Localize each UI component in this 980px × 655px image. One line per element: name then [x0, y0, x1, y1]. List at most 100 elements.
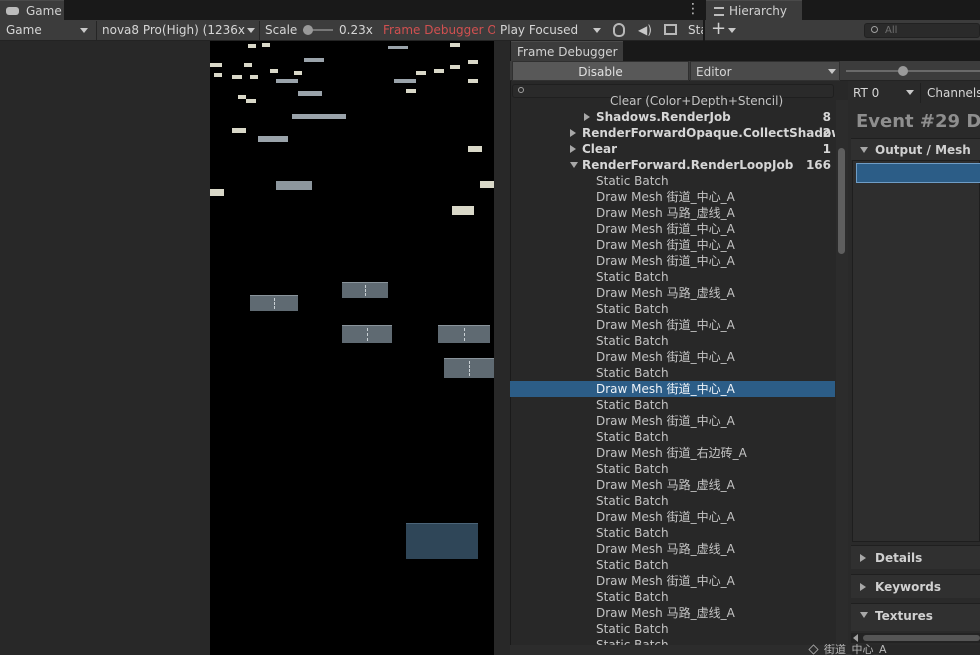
tree-row[interactable]: Static Batch [510, 557, 835, 573]
tree-row[interactable]: Static Batch [510, 461, 835, 477]
details-hscrollbar-thumb[interactable] [863, 635, 980, 641]
scale-slider[interactable] [303, 25, 333, 35]
tile [270, 69, 278, 73]
tree-row[interactable]: Draw Mesh 街道_中心_A [510, 221, 835, 237]
tree-row[interactable]: Draw Mesh 马路_虚线_A [510, 285, 835, 301]
search-icon [871, 26, 878, 33]
target-dropdown-label: Editor [696, 65, 732, 79]
tree-row[interactable]: Static Batch [510, 621, 835, 637]
tree-row[interactable]: Draw Mesh 街道_中心_A [510, 573, 835, 589]
output-mesh-foldout[interactable]: Output / Mesh [851, 138, 980, 160]
tree-row[interactable]: Draw Mesh 马路_虚线_A [510, 605, 835, 621]
tree-row-count: 8 [822, 110, 831, 124]
speaker-icon[interactable]: ◀) [638, 22, 652, 38]
tree-row[interactable]: RenderForwardOpaque.CollectShadows 2 [510, 125, 835, 141]
tree-row-label: Draw Mesh 街道_中心_A [596, 222, 735, 236]
tree-row[interactable]: Static Batch [510, 589, 835, 605]
road-slab [406, 523, 478, 559]
textures-foldout[interactable]: Textures [851, 603, 980, 631]
tile [210, 189, 224, 196]
tree-row[interactable]: Draw Mesh 马路_虚线_A [510, 477, 835, 493]
tree-scrollbar-thumb[interactable] [838, 148, 845, 254]
grid-icon[interactable] [664, 24, 677, 35]
disable-button[interactable]: Disable [512, 61, 689, 81]
tree-row-label: Draw Mesh 马路_虚线_A [596, 478, 735, 492]
tile [248, 44, 256, 48]
tree-row-selected[interactable]: Draw Mesh 街道_中心_A [510, 381, 835, 397]
mesh-list-selected-row[interactable] [856, 163, 980, 183]
more-options-icon[interactable]: ⋮ [686, 2, 700, 18]
tree-row-label: Clear [582, 142, 618, 156]
tree-row[interactable]: Draw Mesh 马路_虚线_A [510, 541, 835, 557]
bug-icon[interactable] [613, 23, 625, 37]
add-button[interactable]: + [711, 18, 726, 40]
tree-row[interactable]: Static Batch [510, 333, 835, 349]
tree-row[interactable]: Static Batch [510, 365, 835, 381]
hierarchy-search-input[interactable]: All [864, 23, 980, 38]
tree-row-label: Draw Mesh 街道_中心_A [596, 350, 735, 364]
tree-hscrollbar[interactable] [510, 645, 850, 655]
tree-row[interactable]: Static Batch [510, 429, 835, 445]
tree-row[interactable]: Static Batch [510, 269, 835, 285]
game-tab-label: Game [26, 4, 62, 18]
event-tree: Clear (Color+Depth+Stencil) Shadows.Rende… [510, 94, 835, 645]
details-hscrollbar[interactable] [851, 633, 980, 643]
tree-row[interactable]: Draw Mesh 街道_中心_A [510, 317, 835, 333]
tree-row[interactable]: Static Batch [510, 493, 835, 509]
foldout-expanded-icon [860, 612, 868, 618]
event-slider-thumb[interactable] [898, 66, 908, 76]
tree-row[interactable]: Clear 1 [510, 141, 835, 157]
tree-row[interactable]: Draw Mesh 街道_中心_A [510, 349, 835, 365]
tree-row[interactable]: Draw Mesh 街道_右边砖_A [510, 445, 835, 461]
tree-row[interactable]: Static Batch [510, 173, 835, 189]
foldout-collapsed-icon[interactable] [584, 113, 590, 121]
game-viewport[interactable] [210, 41, 494, 655]
tile [276, 79, 298, 83]
tree-row[interactable]: Draw Mesh 街道_中心_A [510, 509, 835, 525]
frame-debugger-status: Frame Debugger On [383, 23, 495, 37]
target-dropdown[interactable]: Editor [690, 61, 840, 81]
tree-row[interactable]: Draw Mesh 街道_中心_A [510, 189, 835, 205]
scroll-left-icon[interactable] [853, 634, 858, 642]
stats-toggle[interactable]: Sta [688, 20, 703, 40]
mesh-icon [808, 644, 819, 655]
tree-row[interactable]: Draw Mesh 马路_虚线_A [510, 205, 835, 221]
tree-row[interactable]: Draw Mesh 街道_中心_A [510, 413, 835, 429]
tile [450, 43, 460, 47]
tree-row[interactable]: Static Batch [510, 637, 835, 645]
scale-label: Scale [265, 23, 298, 37]
search-icon [518, 87, 524, 93]
tile [250, 75, 258, 79]
foldout-collapsed-icon [860, 583, 866, 591]
tab-hierarchy[interactable]: Hierarchy [706, 0, 802, 20]
channels-dropdown[interactable]: Channels [920, 83, 980, 103]
tree-row[interactable]: Shadows.RenderJob 8 [510, 109, 835, 125]
scale-slider-thumb[interactable] [303, 25, 313, 35]
tree-scrollbar[interactable] [836, 100, 848, 645]
tree-row[interactable]: Draw Mesh 街道_中心_A [510, 237, 835, 253]
tab-frame-debugger[interactable]: Frame Debugger [511, 41, 623, 61]
tree-row[interactable]: Clear (Color+Depth+Stencil) [510, 94, 835, 109]
tile [394, 79, 416, 83]
play-mode-dropdown[interactable]: Play Focused [500, 20, 604, 40]
tree-row-label: Static Batch [596, 622, 669, 636]
tree-row[interactable]: RenderForward.RenderLoopJob 166 [510, 157, 835, 173]
resolution-dropdown[interactable]: nova8 Pro(High) (1236x26 [102, 20, 245, 40]
tree-row-label: Draw Mesh 街道_中心_A [596, 414, 735, 428]
tree-row[interactable]: Draw Mesh 街道_中心_A [510, 253, 835, 269]
display-dropdown-caret-icon [80, 28, 88, 33]
event-slider[interactable] [846, 66, 980, 76]
tree-row-count: 1 [822, 142, 831, 156]
tree-row[interactable]: Static Batch [510, 397, 835, 413]
tree-row[interactable]: Static Batch [510, 301, 835, 317]
foldout-expanded-icon[interactable] [570, 162, 578, 168]
tab-game[interactable]: Game [0, 0, 64, 20]
tree-row-label: Static Batch [596, 366, 669, 380]
tree-row[interactable]: Static Batch [510, 525, 835, 541]
keywords-foldout[interactable]: Keywords [851, 574, 980, 598]
foldout-collapsed-icon [860, 554, 866, 562]
details-foldout[interactable]: Details [851, 545, 980, 569]
foldout-collapsed-icon[interactable] [570, 129, 576, 137]
tree-row-label: Static Batch [596, 430, 669, 444]
foldout-collapsed-icon[interactable] [570, 145, 576, 153]
